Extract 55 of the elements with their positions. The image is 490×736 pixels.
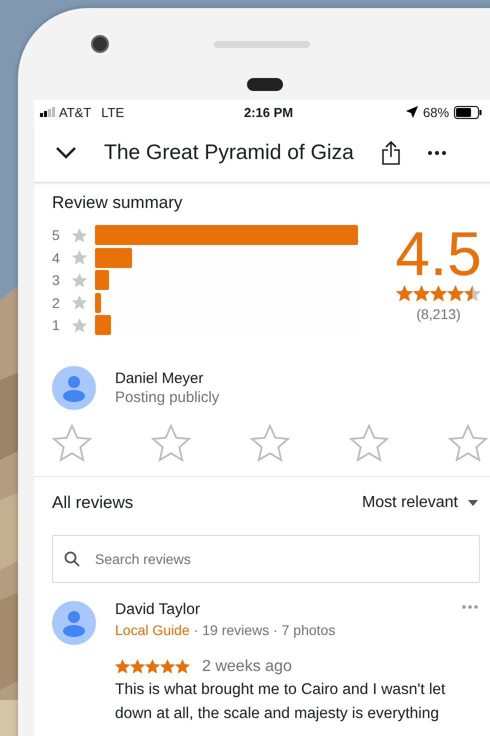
sort-dropdown[interactable]: Most relevant [362,494,478,512]
review-time: 2 weeks ago [202,658,292,676]
star-icon[interactable] [52,424,92,462]
star-icon [396,285,413,302]
caret-icon [468,500,478,506]
review-count: (8,213) [416,306,461,322]
star-icon [72,295,87,310]
sensor-icon [247,78,283,91]
review-text: This is what brought me to Cairo and I wasn't let down at all, the scale and majesty is everything [115,680,446,724]
star-level-label: 2 [52,294,61,311]
location-icon [406,106,418,118]
reviewer-stats: · 19 reviews · 7 photos [194,622,336,638]
share-icon[interactable] [382,141,400,165]
reviewer-name: David Taylor [115,600,202,618]
place-title: The Great Pyramid of Giza [104,141,354,165]
star-icon [464,285,481,302]
star-icon[interactable] [448,424,488,462]
star-icon [72,318,87,333]
star-icon [175,659,190,674]
star-icon[interactable] [250,424,290,462]
avatar-icon [52,366,96,410]
star-icon [72,250,87,266]
star-level-label: 5 [52,227,61,244]
star-icon [430,285,447,302]
section-title: Review summary [52,193,184,213]
status-time: 2:16 PM [244,104,294,120]
guide-label: Local Guide [115,622,190,638]
star-level-label: 3 [52,272,61,288]
star-icon [72,272,87,288]
search-field[interactable]: Search reviews [52,534,480,582]
star-icon [447,285,464,302]
speaker-icon [214,41,310,48]
star-level-label: 1 [52,317,61,334]
battery-icon [454,106,482,118]
average-rating: 4.5 [395,225,482,285]
carrier-label: AT&T [59,104,92,120]
section-title: All reviews [52,492,134,512]
user-name: Daniel Meyer [115,370,204,386]
chevron-down-icon[interactable] [56,147,76,159]
signal-icon [40,107,55,117]
star-icon [413,285,430,302]
battery-percent: 68% [423,104,450,120]
star-icon [130,659,145,674]
posting-note: Posting publicly [115,388,220,406]
avatar-icon [52,600,96,644]
more-icon[interactable] [428,151,446,155]
star-icon [115,659,130,674]
network-label: LTE [101,104,124,120]
star-icon [160,659,175,674]
star-icon[interactable] [349,424,389,462]
star-icon[interactable] [151,424,191,462]
star-icon [72,228,87,243]
star-level-label: 4 [52,250,61,266]
star-icon [145,659,160,674]
camera-icon [91,35,109,53]
